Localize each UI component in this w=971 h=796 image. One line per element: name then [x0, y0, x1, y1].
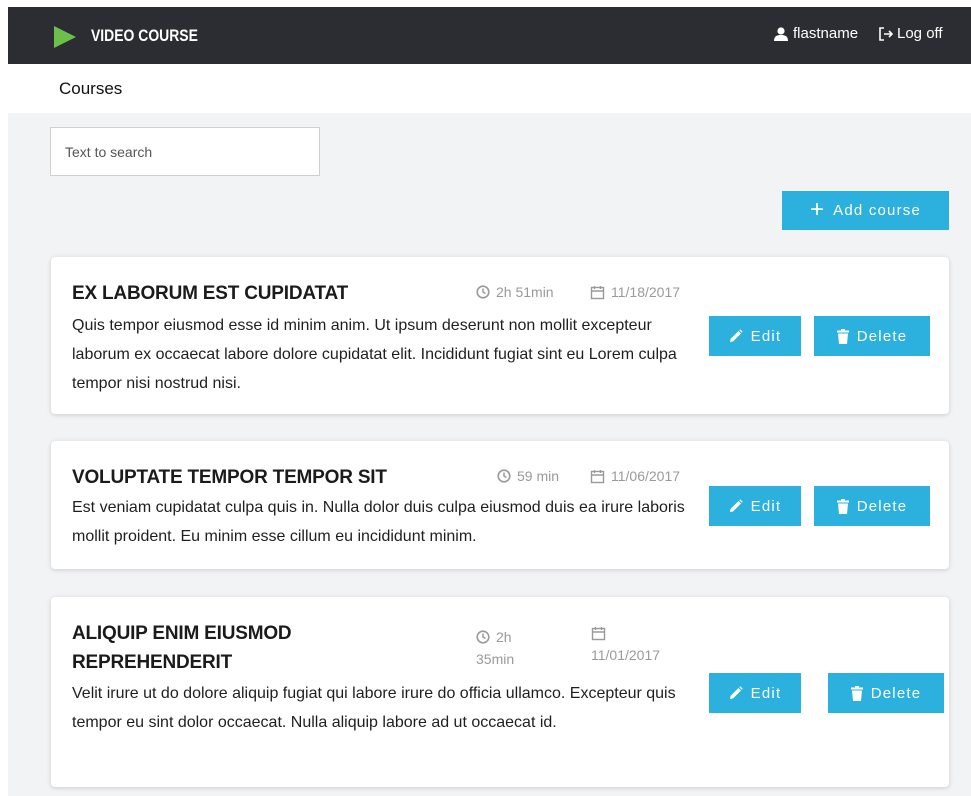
edit-label: Edit [750, 684, 782, 702]
edit-label: Edit [750, 327, 782, 345]
clock-icon [497, 469, 511, 483]
delete-button[interactable]: Delete [814, 486, 930, 526]
course-title: EX LABORUM EST CUPIDATAT [72, 283, 348, 304]
delete-button[interactable]: Delete [828, 673, 944, 713]
course-duration: 59 min [497, 468, 559, 484]
clock-icon [476, 285, 490, 299]
course-card: ALIQUIP ENIM EIUSMOD REPREHENDERIT 2h 35… [51, 597, 949, 787]
duration-text: 2h 51min [496, 284, 554, 300]
delete-button[interactable]: Delete [814, 316, 930, 356]
edit-button[interactable]: Edit [709, 486, 801, 526]
brand-title[interactable]: VIDEO COURSE [91, 26, 198, 46]
main-content: + Add course EX LABORUM EST CUPIDATAT 2h… [8, 113, 971, 796]
calendar-icon [591, 627, 606, 641]
course-duration: 2h 51min [476, 284, 554, 300]
top-navbar: VIDEO COURSE flastname Log off [8, 7, 971, 64]
calendar-icon [590, 285, 605, 299]
course-description: Velit irure ut do dolore aliquip fugiat … [72, 685, 676, 731]
delete-label: Delete [856, 497, 908, 515]
log-off-icon [879, 26, 894, 41]
plus-icon: + [809, 195, 826, 223]
delete-label: Delete [870, 684, 922, 702]
course-date: 11/01/2017 [591, 626, 681, 665]
add-course-button[interactable]: + Add course [782, 191, 949, 230]
delete-label: Delete [856, 327, 908, 345]
pencil-icon [729, 499, 743, 512]
edit-button[interactable]: Edit [709, 673, 801, 713]
trash-icon [836, 328, 849, 344]
duration-text: 59 min [517, 468, 560, 484]
course-card: VOLUPTATE TEMPOR TEMPOR SIT 59 min 11/06… [51, 441, 949, 569]
search-input[interactable] [50, 127, 320, 176]
edit-label: Edit [750, 497, 782, 515]
page-title: Courses [59, 79, 123, 98]
course-card: EX LABORUM EST CUPIDATAT 2h 51min 11/18/… [51, 257, 949, 414]
trash-icon [850, 685, 863, 701]
play-logo-icon[interactable] [54, 26, 76, 48]
edit-button[interactable]: Edit [709, 316, 801, 356]
logoff-label: Log off [897, 25, 943, 42]
date-text: 11/01/2017 [591, 647, 661, 663]
add-course-label: Add course [833, 202, 922, 219]
course-title: VOLUPTATE TEMPOR TEMPOR SIT [72, 467, 387, 488]
course-description: Est veniam cupidatat culpa quis in. Null… [72, 499, 685, 545]
user-info[interactable]: flastname [773, 25, 858, 42]
username-label: flastname [793, 25, 859, 42]
course-date: 11/06/2017 [590, 468, 680, 484]
pencil-icon [729, 329, 743, 342]
date-text: 11/06/2017 [611, 468, 681, 484]
user-icon [774, 26, 788, 41]
breadcrumb: Courses [8, 64, 971, 113]
course-description: Quis tempor eiusmod esse id minim anim. … [72, 317, 677, 392]
trash-icon [836, 498, 849, 514]
date-text: 11/18/2017 [611, 284, 681, 300]
duration-text: 2h 35min [476, 629, 515, 667]
calendar-icon [590, 469, 605, 483]
logoff-link[interactable]: Log off [878, 25, 943, 42]
pencil-icon [729, 686, 743, 699]
course-duration: 2h 35min [476, 626, 546, 670]
course-title: ALIQUIP ENIM EIUSMOD REPREHENDERIT [72, 623, 292, 673]
course-date: 11/18/2017 [590, 284, 680, 300]
